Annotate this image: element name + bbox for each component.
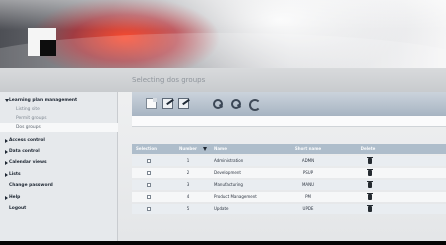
name-column-header[interactable]: Name xyxy=(214,144,286,154)
number-column-header[interactable]: Number xyxy=(172,144,204,154)
edit-icon[interactable] xyxy=(162,98,173,109)
row-checkbox[interactable] xyxy=(147,159,151,163)
table-row[interactable]: 4 Product Management PM xyxy=(132,192,446,202)
bottom-shadow xyxy=(0,241,446,245)
row-short-name: MANU xyxy=(301,182,315,187)
row-short-name: PM xyxy=(305,194,311,199)
row-short-name: UPDE xyxy=(302,206,314,211)
sidebar-item-logout[interactable]: Logout xyxy=(0,204,118,213)
sidebar-navigation: Learning plan management Listing site Pe… xyxy=(0,92,118,241)
row-name: Development xyxy=(214,170,241,175)
row-name: Update xyxy=(214,206,229,211)
sidebar-item-access-control[interactable]: Access control xyxy=(0,136,118,145)
sidebar-item-permit-groups[interactable]: Permit groups xyxy=(0,114,118,123)
row-number: 1 xyxy=(186,158,190,163)
banner-gloss xyxy=(0,0,446,30)
zoom-icon[interactable] xyxy=(230,98,241,109)
sidebar-item-lists[interactable]: Lists xyxy=(0,170,118,179)
row-name: Product Management xyxy=(214,194,257,199)
logo-black-square xyxy=(40,40,56,56)
table-row[interactable]: 2 Development PSUP xyxy=(132,168,446,178)
banner-curve xyxy=(0,33,446,68)
edit-alt-icon[interactable] xyxy=(178,98,189,109)
sidebar-item-data-control[interactable]: Data control xyxy=(0,147,118,156)
row-number: 3 xyxy=(186,182,190,187)
title-bar: Selecting dos groups xyxy=(0,68,446,92)
row-checkbox[interactable] xyxy=(147,171,151,175)
trash-icon[interactable] xyxy=(367,157,373,164)
trash-icon[interactable] xyxy=(367,193,373,200)
sidebar-item-dos-groups[interactable]: Dos groups xyxy=(0,123,118,132)
sidebar-item-change-password[interactable]: Change password xyxy=(0,181,118,190)
sidebar-item-help[interactable]: Help xyxy=(0,193,118,202)
sidebar-item-listing-site[interactable]: Listing site xyxy=(0,105,118,114)
row-number: 4 xyxy=(186,194,190,199)
row-checkbox[interactable] xyxy=(147,207,151,211)
trash-icon[interactable] xyxy=(367,205,373,212)
row-name: Administration xyxy=(214,158,244,163)
application-window: Selecting dos groups Learning plan manag… xyxy=(0,0,446,245)
row-number: 5 xyxy=(186,206,190,211)
page-title: Selecting dos groups xyxy=(132,76,206,84)
delete-column-header[interactable]: Delete xyxy=(356,144,380,154)
selection-column-header[interactable]: Selection xyxy=(136,144,166,154)
row-checkbox[interactable] xyxy=(147,183,151,187)
row-checkbox[interactable] xyxy=(147,195,151,199)
trash-icon[interactable] xyxy=(367,169,373,176)
table-header-row: Selection Number Name Short name Delete xyxy=(132,144,446,154)
header-banner xyxy=(0,0,446,68)
sidebar-item-calendar-views[interactable]: Calendar views xyxy=(0,158,118,167)
sort-down-icon[interactable] xyxy=(203,147,207,151)
toolbar xyxy=(132,92,446,116)
company-logo xyxy=(28,28,56,56)
row-short-name: PSUP xyxy=(302,170,314,175)
short-name-column-header[interactable]: Short name xyxy=(290,144,326,154)
table-row[interactable]: 1 Administration ADMN xyxy=(132,156,446,166)
sidebar-item-learning-plan-management[interactable]: Learning plan management xyxy=(0,96,118,105)
row-short-name: ADMN xyxy=(301,158,315,163)
trash-icon[interactable] xyxy=(367,181,373,188)
filter-field[interactable] xyxy=(132,116,446,127)
table-row[interactable]: 5 Update UPDE xyxy=(132,204,446,214)
new-document-icon[interactable] xyxy=(146,98,157,109)
search-icon[interactable] xyxy=(212,98,223,109)
refresh-icon[interactable] xyxy=(248,98,261,111)
row-name: Manufacturing xyxy=(214,182,243,187)
table-row[interactable]: 3 Manufacturing MANU xyxy=(132,180,446,190)
main-content-area: Selecting dos groups Learning plan manag… xyxy=(0,68,446,241)
row-number: 2 xyxy=(186,170,190,175)
